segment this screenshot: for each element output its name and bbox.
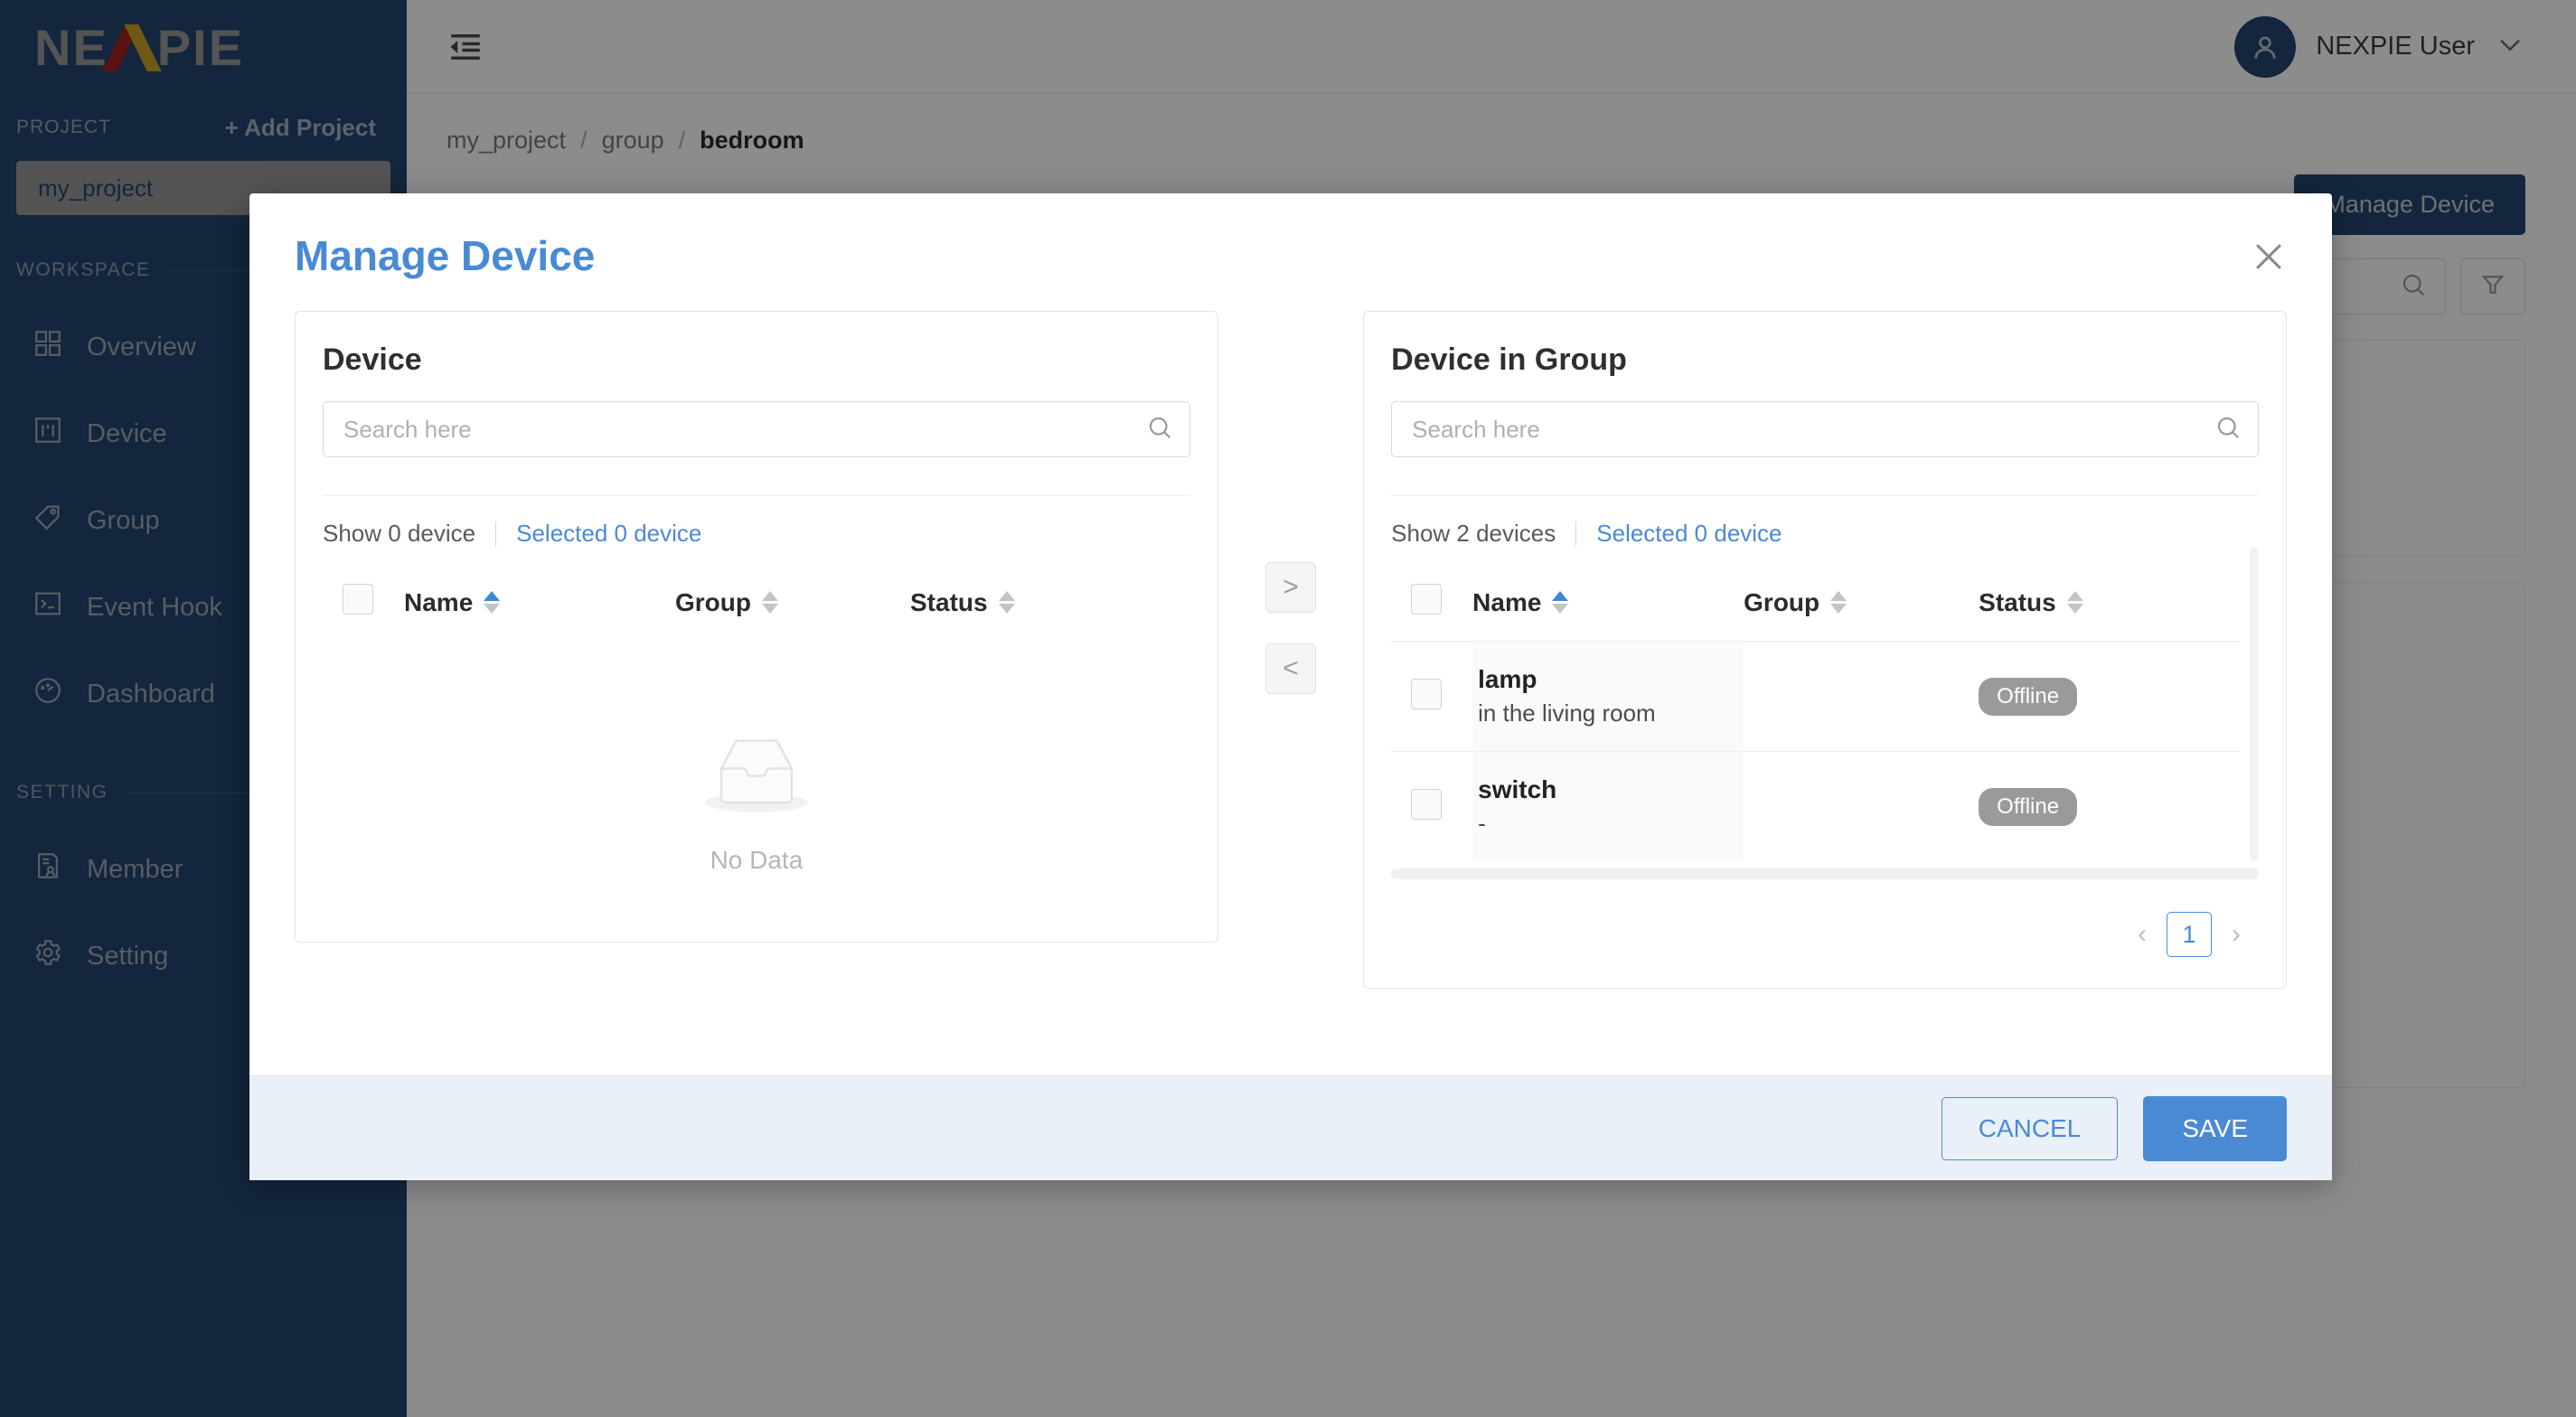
sort-toggle-group[interactable] bbox=[762, 591, 778, 614]
table-scroll-area: Name Group Status lamp in the living roo… bbox=[1391, 548, 2260, 862]
device-in-group-panel: Device in Group Show 2 devices Selected … bbox=[1363, 311, 2288, 989]
select-all-header bbox=[323, 568, 404, 641]
horizontal-scrollbar[interactable] bbox=[1391, 868, 2260, 879]
pagination-next[interactable]: › bbox=[2232, 919, 2241, 950]
column-label: Status bbox=[1979, 587, 2056, 616]
close-icon[interactable] bbox=[2249, 237, 2289, 277]
column-label: Status bbox=[910, 587, 988, 616]
pagination-page-1[interactable]: 1 bbox=[2167, 912, 2213, 957]
selected-count-link[interactable]: Selected 0 device bbox=[516, 520, 701, 548]
move-to-left-button[interactable]: < bbox=[1265, 643, 1316, 694]
show-count-label: Show 0 device bbox=[323, 520, 476, 547]
device-description: - bbox=[1478, 810, 1486, 837]
sort-toggle-name[interactable] bbox=[1552, 591, 1569, 614]
search-icon bbox=[2214, 414, 2242, 446]
row-select-cell bbox=[1391, 642, 1472, 752]
sort-toggle-group[interactable] bbox=[1830, 591, 1847, 614]
table-header-row: Name Group Status bbox=[1391, 568, 2241, 642]
select-all-checkbox[interactable] bbox=[343, 584, 373, 615]
table-row[interactable]: switch - Offline bbox=[1391, 751, 2242, 862]
device-table: Name Group Status bbox=[323, 568, 1190, 641]
sort-toggle-name[interactable] bbox=[484, 591, 501, 614]
pagination-prev[interactable]: ‹ bbox=[2138, 919, 2147, 950]
row-status-cell: Offline bbox=[1979, 642, 2241, 752]
column-label: Group bbox=[675, 587, 751, 616]
column-header-group[interactable]: Group bbox=[1744, 568, 1979, 642]
chevron-right-icon: > bbox=[1283, 572, 1299, 602]
search-icon bbox=[1146, 414, 1173, 446]
modal-title: Manage Device bbox=[295, 232, 596, 279]
table-row[interactable]: lamp in the living room Offline bbox=[1391, 641, 2242, 752]
move-to-right-button[interactable]: > bbox=[1265, 562, 1316, 613]
select-all-header bbox=[1391, 568, 1472, 642]
row-checkbox[interactable] bbox=[1411, 679, 1443, 709]
row-group-cell bbox=[1744, 642, 1979, 752]
select-all-checkbox[interactable] bbox=[1411, 584, 1443, 615]
manage-device-modal: Manage Device Device Show 0 device Sel bbox=[249, 193, 2332, 1180]
column-label: Name bbox=[1472, 587, 1542, 616]
empty-state-label: No Data bbox=[710, 846, 804, 874]
save-button[interactable]: SAVE bbox=[2143, 1095, 2287, 1161]
pagination: ‹ 1 › bbox=[1391, 912, 2259, 957]
vertical-scrollbar[interactable] bbox=[2250, 548, 2260, 861]
modal-header: Manage Device bbox=[249, 193, 2332, 280]
column-header-name[interactable]: Name bbox=[404, 568, 675, 641]
column-label: Name bbox=[404, 587, 474, 616]
device-panel-meta: Show 0 device Selected 0 device bbox=[323, 495, 1190, 548]
row-select-cell bbox=[1391, 752, 1472, 862]
device-name: lamp bbox=[1478, 665, 1537, 693]
panel-title: Device bbox=[323, 343, 422, 377]
chevron-left-icon: < bbox=[1283, 653, 1299, 683]
status-badge: Offline bbox=[1979, 787, 2078, 826]
cancel-button[interactable]: CANCEL bbox=[1941, 1096, 2119, 1160]
device-in-group-table: Name Group Status lamp in the living roo… bbox=[1391, 568, 2242, 862]
column-header-status[interactable]: Status bbox=[910, 568, 1190, 641]
empty-state: No Data bbox=[323, 641, 1190, 911]
device-search-input[interactable] bbox=[323, 401, 1190, 457]
inbox-icon bbox=[698, 727, 815, 822]
device-name: switch bbox=[1478, 775, 1557, 803]
app-root: NE PIE PROJECT + Add Project my_project … bbox=[0, 0, 2576, 1417]
modal-footer: CANCEL SAVE bbox=[249, 1075, 2332, 1180]
device-description: in the living room bbox=[1478, 699, 1656, 727]
group-device-search-field[interactable] bbox=[1412, 415, 2206, 444]
divider bbox=[1575, 521, 1577, 547]
row-checkbox[interactable] bbox=[1411, 789, 1443, 820]
show-count-label: Show 2 devices bbox=[1391, 520, 1556, 547]
transfer-controls: > < bbox=[1218, 311, 1363, 694]
device-panel: Device Show 0 device Selected 0 device bbox=[295, 311, 1218, 943]
selected-count-link[interactable]: Selected 0 device bbox=[1596, 520, 1782, 548]
sort-toggle-status[interactable] bbox=[998, 591, 1015, 614]
group-device-search-input[interactable] bbox=[1391, 401, 2260, 457]
table-header-row: Name Group Status bbox=[323, 568, 1190, 641]
modal-body: Device Show 0 device Selected 0 device bbox=[249, 280, 2332, 1075]
sort-toggle-status[interactable] bbox=[2066, 591, 2083, 614]
device-search-field[interactable] bbox=[343, 415, 1137, 444]
row-status-cell: Offline bbox=[1979, 752, 2241, 862]
row-group-cell bbox=[1744, 752, 1979, 862]
panel-title: Device in Group bbox=[1391, 343, 1627, 377]
status-badge: Offline bbox=[1979, 677, 2078, 716]
column-label: Group bbox=[1744, 587, 1820, 616]
row-name-cell: lamp in the living room bbox=[1472, 641, 1744, 752]
row-name-cell: switch - bbox=[1472, 751, 1744, 861]
column-header-name[interactable]: Name bbox=[1472, 568, 1744, 642]
group-panel-meta: Show 2 devices Selected 0 device bbox=[1391, 495, 2260, 548]
divider bbox=[495, 521, 497, 547]
column-header-status[interactable]: Status bbox=[1979, 568, 2241, 642]
column-header-group[interactable]: Group bbox=[675, 568, 910, 641]
